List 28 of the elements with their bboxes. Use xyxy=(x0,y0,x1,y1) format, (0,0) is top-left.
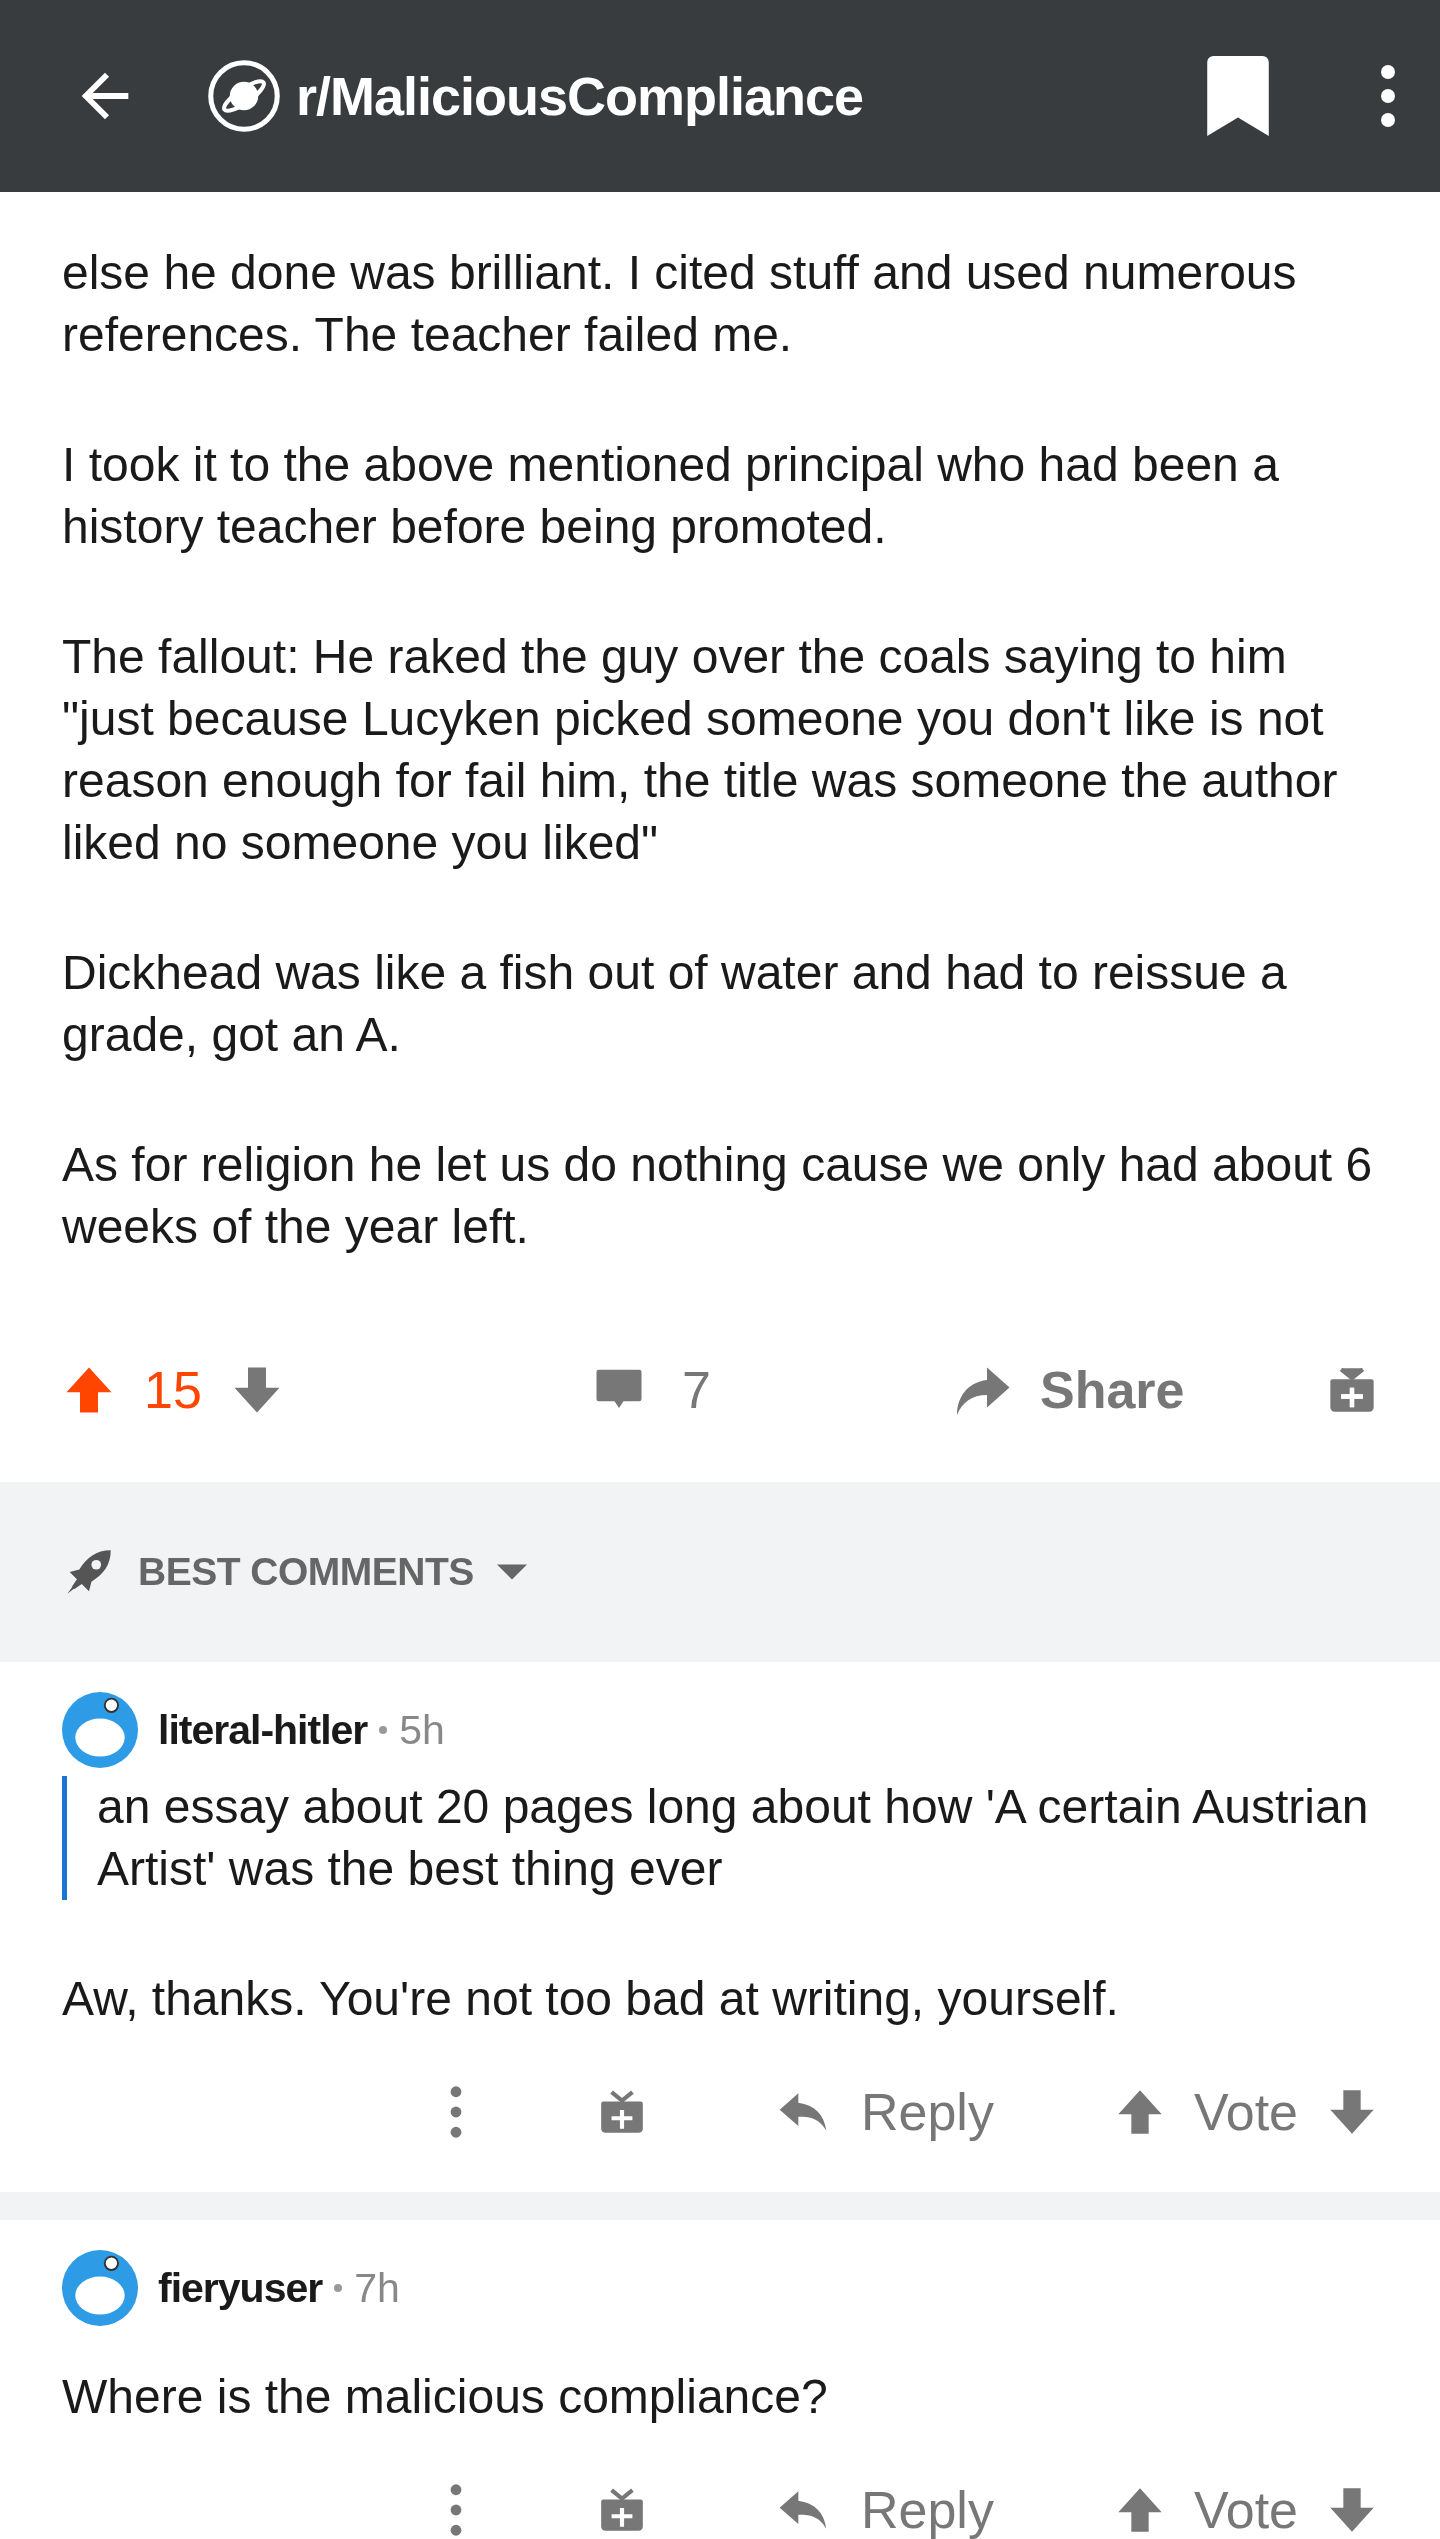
comment-text: Aw, thanks. You're not too bad at writing, yourself. xyxy=(62,1971,1120,2027)
avatar-icon xyxy=(62,1692,138,1768)
avatar-icon xyxy=(62,2250,138,2326)
subreddit-title: r/MaliciousCompliance xyxy=(296,65,865,127)
post-paragraph: As for religion he let us do nothing cause we only had about 6 weeks of the year left. xyxy=(62,1137,1374,1255)
bookmark-icon[interactable] xyxy=(1206,56,1270,136)
separator-dot xyxy=(379,1726,388,1734)
vote-label: Vote xyxy=(1193,2082,1298,2142)
post-paragraph: else he done was brilliant. I cited stuff and used numerous references. The teacher failed me. xyxy=(62,245,1298,363)
quoted-text: an essay about 20 pages long about how 'A certain Austrian Artist' was the best thing ever xyxy=(62,1776,1378,1900)
comment-author[interactable]: literal-hitler xyxy=(158,1706,368,1754)
post-paragraph: I took it to the above mentioned principal who had been a history teacher before being promoted. xyxy=(62,437,1280,555)
vote-label: Vote xyxy=(1193,2480,1298,2539)
post-paragraph: The fallout: He raked the guy over the coals saying to him "just because Lucyken picked someone you don't like is not reason enough for fail him, the title was someone the author liked no someone you liked" xyxy=(62,629,1339,871)
comment-text: Where is the malicious compliance? xyxy=(62,2369,829,2425)
share-button[interactable]: Share xyxy=(952,1360,1185,1420)
reply-button[interactable]: Reply xyxy=(774,2480,994,2539)
planet-icon xyxy=(206,58,282,134)
reply-button[interactable]: Reply xyxy=(774,2082,994,2142)
post-paragraph: Dickhead was like a fish out of water and had to reissue a grade, got an A. xyxy=(62,945,1288,1063)
separator-dot xyxy=(334,2284,343,2292)
sort-dropdown[interactable]: BEST COMMENTS xyxy=(60,1543,530,1601)
vote-score: 15 xyxy=(144,1360,202,1420)
comment-count: 7 xyxy=(682,1360,711,1420)
comment-age: 5h xyxy=(399,1706,445,1754)
more-options-icon[interactable] xyxy=(1380,64,1396,128)
comment-age: 7h xyxy=(354,2264,400,2312)
comment-author[interactable]: fieryuser xyxy=(158,2264,323,2312)
